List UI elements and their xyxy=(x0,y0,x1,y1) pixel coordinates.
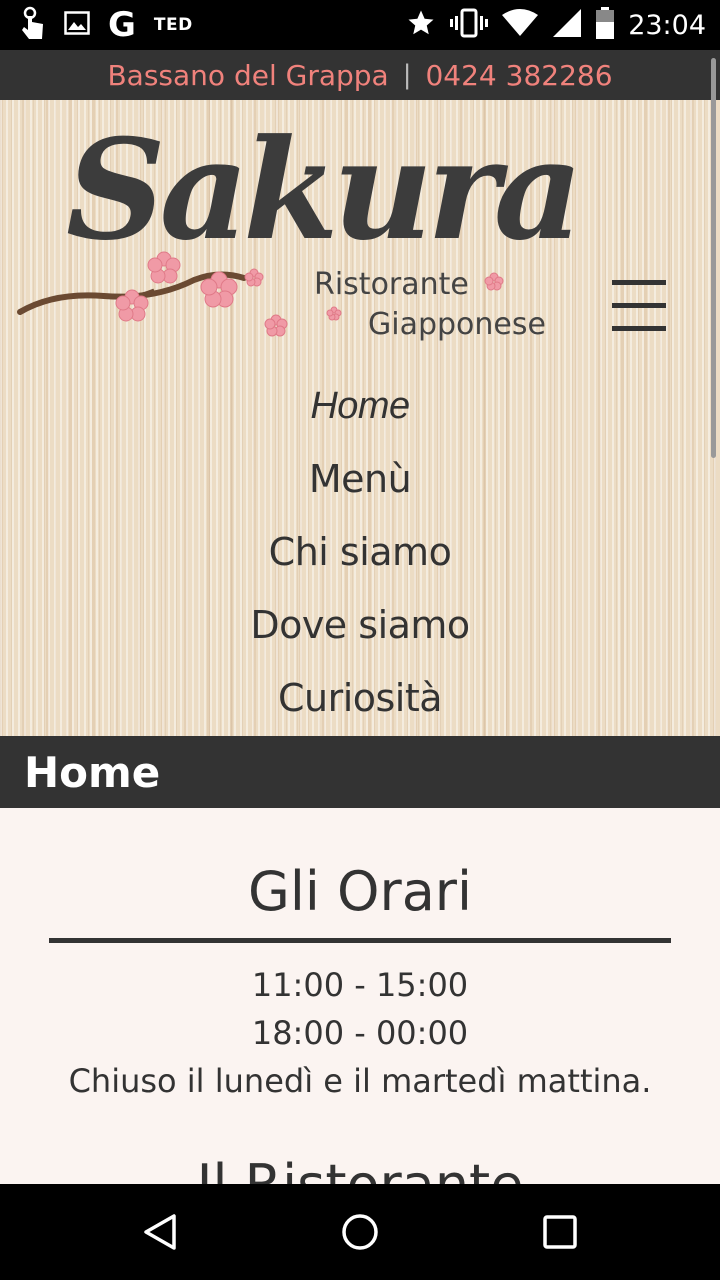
web-page: Bassano del Grappa | 0424 382286 Sakura … xyxy=(0,50,720,1184)
wifi-icon xyxy=(502,8,539,42)
image-icon xyxy=(64,10,90,40)
subtitle-line1: Ristorante xyxy=(314,267,469,302)
touch-icon xyxy=(18,6,46,45)
hamburger-line xyxy=(612,280,666,285)
subtitle-line2: Giapponese xyxy=(368,307,546,342)
home-button[interactable] xyxy=(336,1208,384,1256)
battery-icon xyxy=(596,6,615,44)
page-title: Home xyxy=(24,748,161,797)
home-circle-icon xyxy=(342,1214,378,1250)
status-bar: G TED 23:04 xyxy=(0,0,720,50)
phone-link[interactable]: 0424 382286 xyxy=(425,59,612,92)
nav-item-dove-siamo[interactable]: Dove siamo xyxy=(0,589,720,662)
section-title-ristorante: Il Ristorante xyxy=(0,1105,720,1184)
recents-button[interactable] xyxy=(536,1208,584,1256)
main-content: Gli Orari 11:00 - 15:00 18:00 - 00:00 Ch… xyxy=(0,808,720,1184)
hours-line: 18:00 - 00:00 xyxy=(251,1014,469,1052)
signal-icon xyxy=(552,8,582,43)
vibrate-icon xyxy=(450,8,489,43)
divider xyxy=(49,938,671,943)
contact-separator: | xyxy=(402,60,412,90)
hamburger-menu-button[interactable] xyxy=(612,280,668,332)
nav-item-menu[interactable]: Menù xyxy=(0,443,720,516)
hamburger-line xyxy=(612,303,666,308)
system-nav-bar xyxy=(0,1184,720,1280)
ted-notification-label: TED xyxy=(153,15,193,35)
nav-item-curiosita[interactable]: Curiosità xyxy=(0,662,720,735)
back-icon xyxy=(144,1214,176,1250)
status-bar-right: 23:04 xyxy=(406,6,706,44)
brand-name: Sakura xyxy=(66,110,574,271)
site-logo[interactable]: Sakura Ristorante Giapponese xyxy=(14,108,583,355)
city-label: Bassano del Grappa xyxy=(107,58,389,92)
hours-line: 11:00 - 15:00 xyxy=(251,966,469,1004)
closing-note: Chiuso il lunedì e il martedì mattina. xyxy=(68,1062,652,1100)
scrollbar[interactable] xyxy=(711,58,716,458)
star-icon xyxy=(406,8,436,43)
status-bar-left: G TED xyxy=(18,5,193,45)
contact-bar: Bassano del Grappa | 0424 382286 xyxy=(0,50,720,100)
nav-item-chi-siamo[interactable]: Chi siamo xyxy=(0,516,720,589)
page-title-bar: Home xyxy=(0,736,720,808)
recents-square-icon xyxy=(543,1215,577,1249)
nav-item-home[interactable]: Home xyxy=(0,370,720,443)
main-nav: Home Menù Chi siamo Dove siamo Curiosità xyxy=(0,370,720,735)
clock: 23:04 xyxy=(628,9,706,41)
google-icon: G xyxy=(108,5,136,45)
back-button[interactable] xyxy=(136,1208,184,1256)
hamburger-line xyxy=(612,326,666,331)
site-header: Sakura Ristorante Giapponese Home Menù C… xyxy=(0,100,720,736)
hours-title: Gli Orari xyxy=(247,860,472,923)
